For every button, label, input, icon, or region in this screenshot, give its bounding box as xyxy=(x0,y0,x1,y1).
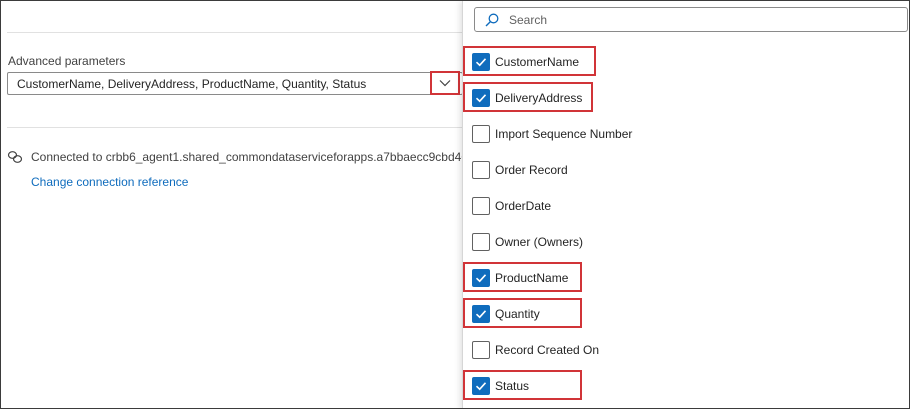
checkbox-owner[interactable] xyxy=(472,233,490,251)
screenshot-frame: Advanced parameters CustomerName, Delive… xyxy=(0,0,910,409)
option-label: ProductName xyxy=(495,271,569,285)
checkbox-quantity[interactable] xyxy=(472,305,490,323)
link-icon xyxy=(7,151,23,163)
option-status[interactable]: Status xyxy=(463,370,582,400)
change-connection-reference-link[interactable]: Change connection reference xyxy=(31,175,188,189)
divider-middle xyxy=(7,127,463,128)
option-record-created-on[interactable]: Record Created On xyxy=(463,334,763,364)
advanced-parameters-toggle-button[interactable] xyxy=(430,71,460,95)
option-label: CustomerName xyxy=(495,55,580,69)
search-input[interactable] xyxy=(509,11,899,29)
checkbox-order-record[interactable] xyxy=(472,161,490,179)
chevron-down-icon xyxy=(439,80,451,87)
advanced-parameters-select[interactable]: CustomerName, DeliveryAddress, ProductNa… xyxy=(7,72,463,95)
connection-status-text: Connected to crbb6_agent1.shared_commond… xyxy=(31,150,475,164)
option-quantity[interactable]: Quantity xyxy=(463,298,582,328)
option-order-record[interactable]: Order Record xyxy=(463,154,763,184)
checkbox-deliveryaddress[interactable] xyxy=(472,89,490,107)
advanced-parameters-label: Advanced parameters xyxy=(8,54,126,68)
option-label: Status xyxy=(495,379,530,393)
checkbox-orderdate[interactable] xyxy=(472,197,490,215)
option-customername[interactable]: CustomerName xyxy=(463,46,596,76)
checkbox-record-created-on[interactable] xyxy=(472,341,490,359)
checkbox-status[interactable] xyxy=(472,377,490,395)
option-label: Quantity xyxy=(495,307,540,321)
option-owner[interactable]: Owner (Owners) xyxy=(463,226,763,256)
option-label: OrderDate xyxy=(495,199,552,213)
option-label: Record Created On xyxy=(495,343,600,357)
option-label: Order Record xyxy=(495,163,568,177)
option-productname[interactable]: ProductName xyxy=(463,262,582,292)
option-label: Import Sequence Number xyxy=(495,127,633,141)
option-label: Owner (Owners) xyxy=(495,235,584,249)
option-deliveryaddress[interactable]: DeliveryAddress xyxy=(463,82,593,112)
checkbox-import-sequence-number[interactable] xyxy=(472,125,490,143)
checkbox-productname[interactable] xyxy=(472,269,490,287)
column-picker-dropdown: CustomerName DeliveryAddress Import Sequ… xyxy=(462,1,909,408)
option-label: DeliveryAddress xyxy=(495,91,583,105)
search-icon xyxy=(485,13,499,27)
option-orderdate[interactable]: OrderDate xyxy=(463,190,763,220)
search-box xyxy=(474,7,908,32)
checkbox-customername[interactable] xyxy=(472,53,490,71)
advanced-parameters-value: CustomerName, DeliveryAddress, ProductNa… xyxy=(17,77,367,91)
divider-top xyxy=(7,32,463,33)
option-import-sequence-number[interactable]: Import Sequence Number xyxy=(463,118,763,148)
